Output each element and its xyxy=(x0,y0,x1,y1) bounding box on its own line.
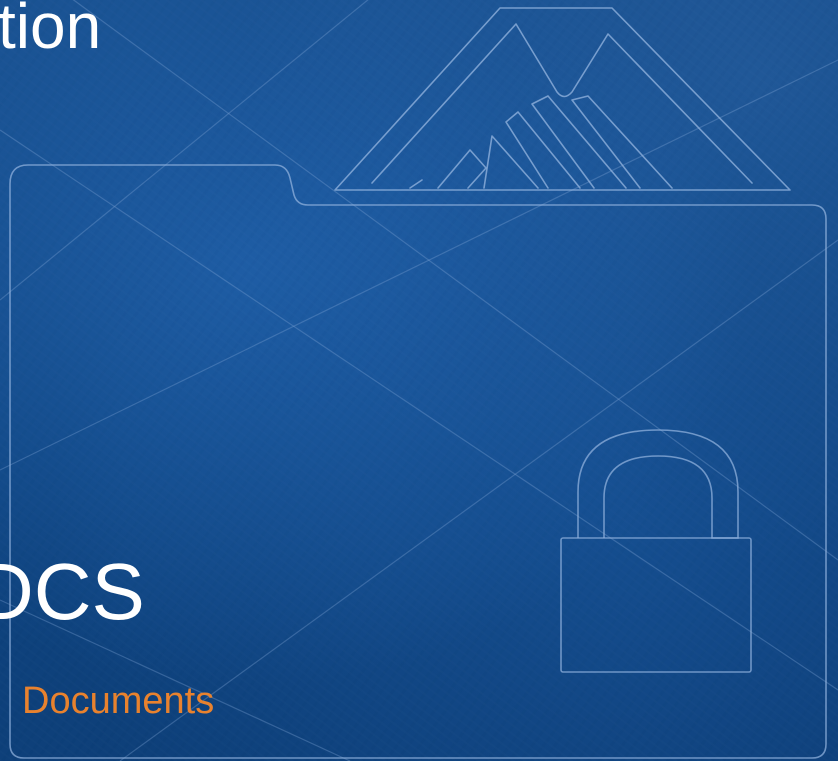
diagonal-line xyxy=(0,59,838,471)
line-art xyxy=(0,0,838,761)
cover-background: tion DCS Documents xyxy=(0,0,838,761)
padlock-shackle xyxy=(577,429,739,539)
heading-top: tion xyxy=(0,0,102,62)
padlock-icon xyxy=(560,429,752,673)
padlock-body xyxy=(560,537,752,673)
diagonal-lines xyxy=(0,0,838,761)
diagonal-line xyxy=(119,239,838,761)
heading-bottom: DCS xyxy=(0,547,145,636)
subtitle-documents: Documents xyxy=(22,680,215,722)
mountain-logo-icon xyxy=(334,7,791,191)
diagonal-line xyxy=(72,0,838,561)
